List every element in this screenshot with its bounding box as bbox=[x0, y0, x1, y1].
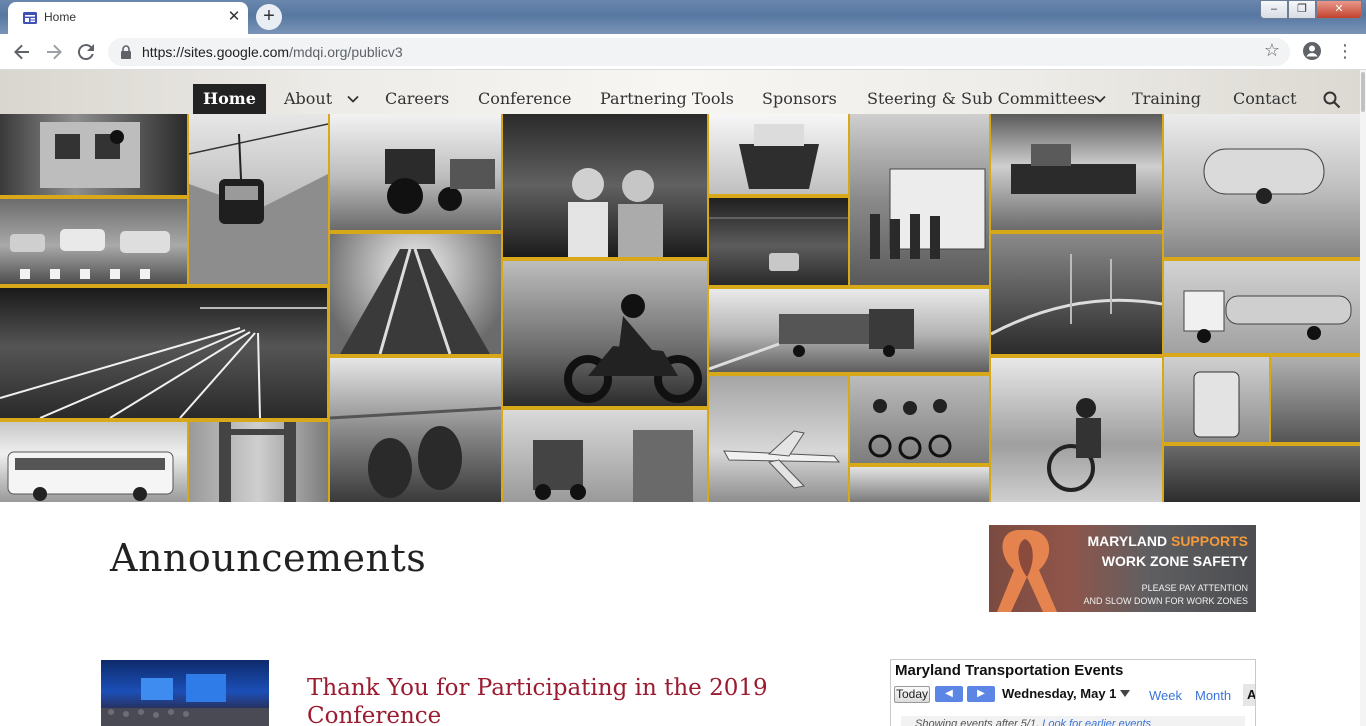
calendar-week-tab[interactable]: Week bbox=[1149, 688, 1182, 703]
cyclists-photo bbox=[850, 376, 989, 463]
address-bar[interactable]: https://sites.google.com/mdqi.org/public… bbox=[108, 38, 1290, 66]
announcements-heading: Announcements bbox=[110, 536, 427, 580]
banner-subheadline: WORK ZONE SAFETY bbox=[1101, 553, 1248, 569]
nav-sponsors[interactable]: Sponsors bbox=[762, 84, 837, 114]
browser-tab[interactable]: Home ✕ bbox=[8, 2, 248, 34]
pedestrian-crowd-photo bbox=[1164, 446, 1360, 502]
back-arrow-icon[interactable] bbox=[10, 40, 34, 64]
google-sites-favicon-icon bbox=[23, 12, 37, 24]
transportation-photo-mosaic bbox=[0, 114, 1360, 502]
city-bus-photo bbox=[0, 422, 187, 502]
nav-home[interactable]: Home bbox=[193, 84, 266, 114]
search-icon[interactable] bbox=[1322, 90, 1342, 110]
browser-tabstrip: Home ✕ + – ❐ ✕ bbox=[0, 0, 1366, 34]
bus-stop-crowd-photo bbox=[850, 114, 989, 285]
post-thumbnail[interactable] bbox=[101, 660, 269, 726]
calendar-prev-button[interactable]: ◀ bbox=[935, 686, 963, 702]
calendar-today-button[interactable]: Today bbox=[894, 686, 930, 703]
earlier-events-link[interactable]: Look for earlier events bbox=[1042, 718, 1151, 726]
calendar-date-dropdown-icon[interactable] bbox=[1120, 690, 1130, 698]
calendar-note-text: Showing events after 5/1. bbox=[915, 718, 1040, 726]
highway-light-trails-photo bbox=[0, 288, 327, 418]
banner-supports: SUPPORTS bbox=[1170, 533, 1248, 549]
nav-about[interactable]: About bbox=[284, 84, 332, 114]
scrollbar-thumb[interactable] bbox=[1361, 72, 1365, 112]
cable-car-photo bbox=[189, 114, 328, 284]
banner-note-2: AND SLOW DOWN FOR WORK ZONES bbox=[1083, 596, 1248, 606]
motorcycle-rider-photo bbox=[503, 261, 707, 406]
awareness-ribbon-icon bbox=[997, 530, 1057, 612]
tractor-farm-photo bbox=[330, 114, 501, 230]
nav-partnering-tools[interactable]: Partnering Tools bbox=[600, 84, 734, 114]
tanker-truck-photo bbox=[1164, 261, 1360, 353]
close-window-button[interactable]: ✕ bbox=[1316, 0, 1362, 19]
chevron-down-icon[interactable] bbox=[346, 92, 360, 106]
airstream-trailer-photo bbox=[1164, 114, 1360, 257]
calendar-title: Maryland Transportation Events bbox=[895, 662, 1124, 679]
events-calendar: Maryland Transportation Events Today ◀ ▶… bbox=[890, 659, 1256, 726]
bridge-tower-photo bbox=[189, 422, 328, 502]
wheelchair-user-photo bbox=[991, 358, 1162, 502]
tram-photo bbox=[1164, 357, 1269, 442]
taxi-street-photo bbox=[0, 199, 187, 284]
scooter-riders-photo bbox=[1271, 357, 1360, 442]
reload-icon[interactable] bbox=[74, 40, 98, 64]
url-text: https://sites.google.com/mdqi.org/public… bbox=[142, 44, 403, 60]
work-zone-safety-banner[interactable]: MARYLAND SUPPORTS WORK ZONE SAFETY PLEAS… bbox=[989, 525, 1256, 612]
new-tab-button[interactable]: + bbox=[256, 4, 282, 30]
chevron-down-icon[interactable] bbox=[1093, 92, 1107, 106]
subway-train-photo bbox=[0, 114, 187, 195]
top-navigation: Home About Careers Conference Partnering… bbox=[0, 84, 1360, 114]
banner-headline: MARYLAND SUPPORTS bbox=[1088, 533, 1249, 549]
escalator-tunnel-photo bbox=[330, 234, 501, 354]
maximize-button[interactable]: ❐ bbox=[1288, 0, 1316, 19]
forward-arrow-icon[interactable] bbox=[42, 40, 66, 64]
bus-passengers-photo bbox=[503, 114, 707, 257]
nav-training[interactable]: Training bbox=[1132, 84, 1201, 114]
calendar-next-button[interactable]: ▶ bbox=[967, 686, 995, 702]
banner-maryland: MARYLAND bbox=[1087, 533, 1168, 549]
city-traffic-photo bbox=[709, 198, 848, 285]
browser-toolbar: https://sites.google.com/mdqi.org/public… bbox=[0, 34, 1366, 70]
tab-title: Home bbox=[44, 10, 77, 24]
cruise-ship-photo bbox=[709, 114, 848, 194]
calendar-month-tab[interactable]: Month bbox=[1195, 688, 1231, 703]
tab-close-icon[interactable]: ✕ bbox=[226, 9, 242, 25]
high-speed-train-photo bbox=[850, 467, 989, 502]
url-path: /mdqi.org/publicv3 bbox=[289, 44, 403, 60]
calendar-current-date: Wednesday, May 1 bbox=[1002, 686, 1117, 701]
window-controls: – ❐ ✕ bbox=[1260, 0, 1362, 20]
calendar-agenda-tab[interactable]: A bbox=[1243, 684, 1255, 706]
bridge-night-traffic-photo bbox=[991, 234, 1162, 354]
semi-truck-road-photo bbox=[709, 289, 989, 372]
page-content: Home About Careers Conference Partnering… bbox=[0, 70, 1366, 726]
minimize-button[interactable]: – bbox=[1260, 0, 1288, 19]
profile-icon[interactable] bbox=[1302, 41, 1322, 61]
nav-conference[interactable]: Conference bbox=[478, 84, 571, 114]
airplane-photo bbox=[709, 376, 848, 502]
nav-careers[interactable]: Careers bbox=[385, 84, 449, 114]
page-scrollbar[interactable] bbox=[1360, 70, 1366, 726]
freight-rail-yard-photo bbox=[330, 358, 501, 502]
calendar-note: Showing events after 5/1. Look for earli… bbox=[901, 716, 1245, 726]
lock-icon bbox=[121, 45, 131, 59]
ferry-ship-photo bbox=[991, 114, 1162, 230]
nav-contact[interactable]: Contact bbox=[1233, 84, 1297, 114]
kebab-menu-icon[interactable]: ⋮ bbox=[1336, 41, 1354, 63]
banner-note-1: PLEASE PAY ATTENTION bbox=[1141, 583, 1248, 593]
url-host: https://sites.google.com bbox=[142, 44, 290, 60]
post-title-link[interactable]: Thank You for Participating in the 2019 … bbox=[307, 674, 807, 726]
forklift-warehouse-photo bbox=[503, 410, 707, 502]
nav-steering-committees[interactable]: Steering & Sub Committees bbox=[867, 84, 1095, 114]
bookmark-star-icon[interactable]: ☆ bbox=[1264, 40, 1280, 61]
